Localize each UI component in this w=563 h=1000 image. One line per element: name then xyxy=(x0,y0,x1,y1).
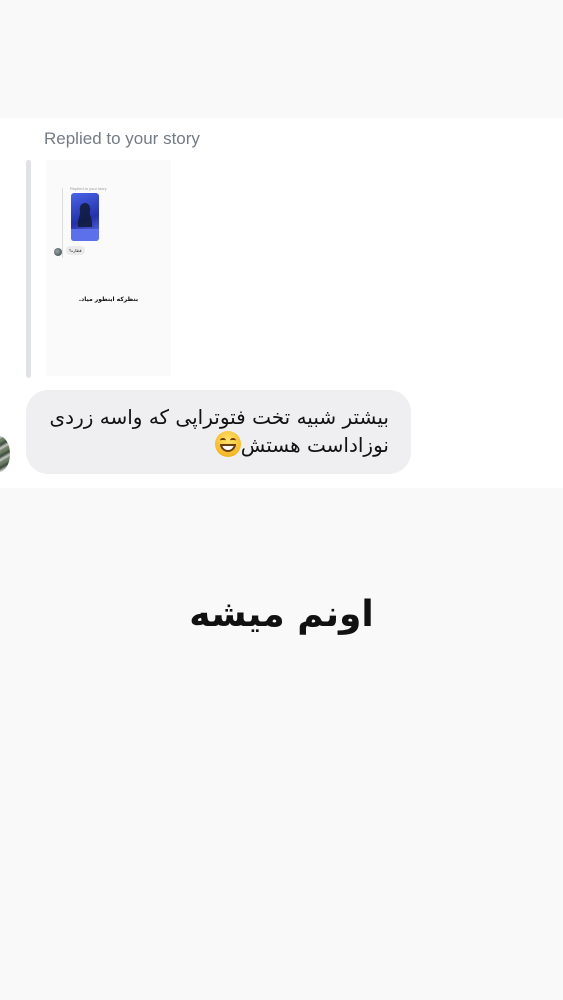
replied-to-story-label: Replied to your story xyxy=(44,129,200,148)
message-line-2-text: نوزاداست هستش xyxy=(240,433,389,457)
story-thumbnail[interactable]: Replied to your story قطاره؟ بنظرکه اینط… xyxy=(46,160,171,376)
message-line-2: نوزاداست هستش xyxy=(42,431,389,459)
top-blank-area xyxy=(0,0,563,118)
mini-replied-label: Replied to your story xyxy=(70,186,107,191)
story-caption-text: اونم میشه xyxy=(189,594,374,635)
grinning-face-icon xyxy=(214,431,241,457)
message-line-1: بیشتر شبیه تخت فتوتراپی که واسه زردی xyxy=(49,405,389,429)
story-overlay-text: بنظرکه اینطور میاد. xyxy=(78,296,139,303)
reply-indicator-bar xyxy=(26,160,31,378)
message-bubble[interactable]: بیشتر شبیه تخت فتوتراپی که واسه زردی نوز… xyxy=(26,390,411,474)
photo-silhouette xyxy=(71,203,99,241)
mini-avatar xyxy=(54,248,62,256)
mini-story-photo xyxy=(71,193,99,241)
mini-message-bubble: قطاره؟ xyxy=(66,246,85,255)
mini-reply-bar xyxy=(62,188,63,258)
